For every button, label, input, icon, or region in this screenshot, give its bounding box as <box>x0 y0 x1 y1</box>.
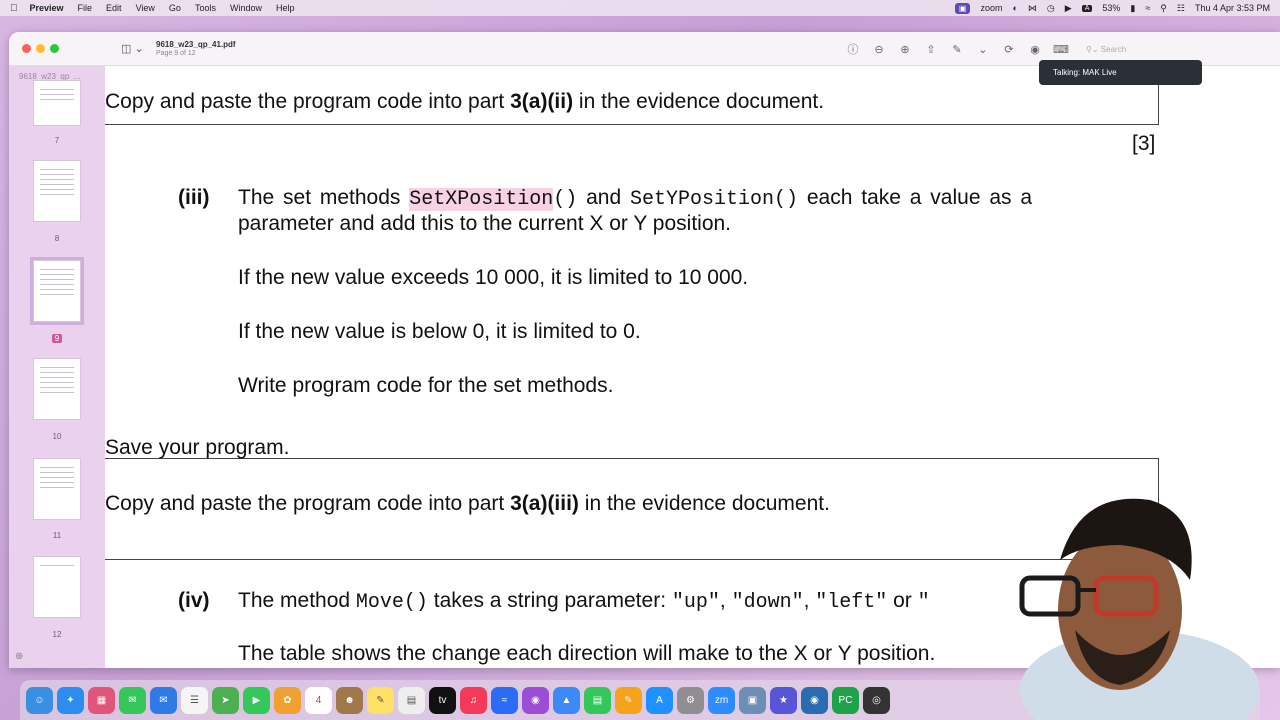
question-iv-line-1: The method Move() takes a string paramet… <box>238 589 930 614</box>
page-thumbnail-12[interactable] <box>33 556 81 618</box>
numbers-icon[interactable]: ▤ <box>584 686 611 714</box>
menu-view[interactable]: View <box>136 3 155 13</box>
star-app-icon[interactable]: ★ <box>770 686 797 714</box>
question-iii-para-2: If the new value exceeds 10 000, it is l… <box>238 266 749 289</box>
freeform-icon[interactable]: ▤ <box>398 686 425 714</box>
menu-edit[interactable]: Edit <box>106 3 122 13</box>
input-source-icon[interactable]: A <box>1081 4 1093 12</box>
form-fill-icon[interactable]: ⌨ <box>1052 40 1070 58</box>
minimize-window-button[interactable] <box>36 44 45 53</box>
zoom-in-icon[interactable]: ⊕ <box>896 40 914 58</box>
presenter-webcam <box>1019 498 1260 720</box>
menu-help[interactable]: Help <box>276 3 295 13</box>
pycharm-icon[interactable]: PC <box>832 686 859 714</box>
search-field[interactable]: ⚲⌄ Search <box>1080 40 1260 58</box>
question-iii-line-2: parameter and add this to the current X … <box>238 212 732 235</box>
page-thumbnail-7[interactable] <box>33 80 81 126</box>
search-icon: ⚲⌄ <box>1086 44 1101 54</box>
add-page-icon[interactable]: ⊕ <box>15 651 23 662</box>
battery-icon[interactable]: ▮ <box>1130 3 1135 14</box>
markup-dropdown-icon[interactable]: ⌄ <box>974 40 992 58</box>
music-icon[interactable]: ♫ <box>460 686 487 714</box>
finder-icon[interactable]: ☺ <box>26 686 53 714</box>
document-title: 9618_w23_qp_41.pdf <box>156 40 236 49</box>
zoom-icon[interactable]: zm <box>708 686 735 714</box>
battery-percent[interactable]: 53% <box>1102 3 1120 13</box>
apple-menu-icon[interactable]:  <box>10 3 18 14</box>
menu-bar:  Preview File Edit View Go Tools Window… <box>0 0 1280 16</box>
question-iii-para-4: Write program code for the set methods. <box>238 374 614 397</box>
play-icon[interactable]: ▶ <box>1065 3 1072 14</box>
zoom-share-icon[interactable]: ▣ <box>954 2 971 14</box>
calendar-icon[interactable]: 4 <box>305 686 332 714</box>
page-number-10: 10 <box>52 432 62 441</box>
page-thumbnail-8[interactable] <box>33 160 81 222</box>
rotate-icon[interactable]: ⟳ <box>1000 40 1018 58</box>
zoom-talking-indicator: Talking: MAK Live <box>1039 60 1202 85</box>
search-placeholder: Search <box>1100 44 1127 54</box>
obs-icon[interactable]: ◎ <box>863 686 890 714</box>
question-iv-line-2: The table shows the change each directio… <box>238 642 936 665</box>
mail-icon[interactable]: ✉ <box>150 686 177 714</box>
contacts-icon[interactable]: ☻ <box>336 686 363 714</box>
annotate-icon[interactable]: ◉ <box>1026 40 1044 58</box>
wifi-icon[interactable]: ≈ <box>1145 3 1150 13</box>
podcasts-icon[interactable]: ◉ <box>522 686 549 714</box>
menu-go[interactable]: Go <box>169 3 181 13</box>
control-center-icon[interactable]: ☷ <box>1177 3 1185 14</box>
fullscreen-window-button[interactable] <box>50 44 59 53</box>
facetime-icon[interactable]: ▶ <box>243 686 270 714</box>
page-number-9: 9 <box>9 334 105 343</box>
notes-icon[interactable]: ✎ <box>367 686 394 714</box>
menu-tools[interactable]: Tools <box>195 3 216 13</box>
launchpad-icon[interactable]: ▦ <box>88 686 115 714</box>
menu-clock[interactable]: Thu 4 Apr 3:53 PM <box>1195 3 1270 13</box>
close-window-button[interactable] <box>22 44 31 53</box>
maps-icon[interactable]: ➤ <box>212 686 239 714</box>
info-icon[interactable]: ⓘ <box>844 40 862 58</box>
copy-paste-instruction-1: Copy and paste the program code into par… <box>105 90 825 113</box>
photos-icon[interactable]: ✿ <box>274 686 301 714</box>
page-thumbnail-11[interactable] <box>33 458 81 520</box>
question-iii-label: (iii) <box>178 186 210 209</box>
app-store-icon[interactable]: A <box>646 686 673 714</box>
question-iii-para-3: If the new value is below 0, it is limit… <box>238 320 641 343</box>
browser-icon[interactable]: ◉ <box>801 686 828 714</box>
save-program-instruction: Save your program. <box>105 436 290 459</box>
keynote-icon[interactable]: ▲ <box>553 686 580 714</box>
page-number-12: 12 <box>52 630 62 639</box>
menu-app-name[interactable]: Preview <box>30 3 64 13</box>
copy-paste-instruction-2: Copy and paste the program code into par… <box>105 492 830 515</box>
marks-label: [3] <box>1132 132 1156 155</box>
bluetooth-icon[interactable]: ⋈ <box>1028 3 1037 14</box>
page-number-11: 11 <box>52 531 62 540</box>
menu-file[interactable]: File <box>78 3 93 13</box>
system-settings-icon[interactable]: ⚙ <box>677 686 704 714</box>
sidebar-toggle-icon[interactable]: ◫ ⌄ <box>121 42 144 55</box>
page-thumbnail-9[interactable] <box>30 257 84 325</box>
preview-icon[interactable]: ▣ <box>739 686 766 714</box>
spotlight-icon[interactable]: ⚲ <box>1160 3 1167 14</box>
zoom-out-icon[interactable]: ⊖ <box>870 40 888 58</box>
markup-pen-icon[interactable]: ✎ <box>948 40 966 58</box>
page-thumbnail-10[interactable] <box>33 358 81 420</box>
question-iii-line-1: The set methods SetXPosition() and SetYP… <box>238 186 1033 211</box>
time-machine-icon[interactable]: ◷ <box>1047 3 1055 14</box>
share-icon[interactable]: ⇧ <box>922 40 940 58</box>
document-page-count: Page 9 of 12 <box>156 50 196 57</box>
apple-tv-icon[interactable]: tv <box>429 686 456 714</box>
focus-icon[interactable]: ◐ <box>1012 3 1017 13</box>
messages-icon[interactable]: ✉ <box>119 686 146 714</box>
page-number-8: 8 <box>54 234 60 243</box>
page-number-7: 7 <box>54 136 60 145</box>
thumbnail-sidebar: 9618_w23_qp_... 7 8 9 10 11 12 ⊕ <box>9 66 105 668</box>
question-iv-label: (iv) <box>178 589 210 612</box>
menu-window[interactable]: Window <box>230 3 262 13</box>
status-area: ▣ zoom ◐ ⋈ ◷ ▶ A 53% ▮ ≈ ⚲ ☷ Thu 4 Apr 3… <box>954 2 1270 14</box>
app-icon[interactable]: ≈ <box>491 686 518 714</box>
zoom-status[interactable]: zoom <box>980 3 1002 13</box>
reminders-icon[interactable]: ☰ <box>181 686 208 714</box>
safari-icon[interactable]: ✦ <box>57 686 84 714</box>
pages-icon[interactable]: ✎ <box>615 686 642 714</box>
